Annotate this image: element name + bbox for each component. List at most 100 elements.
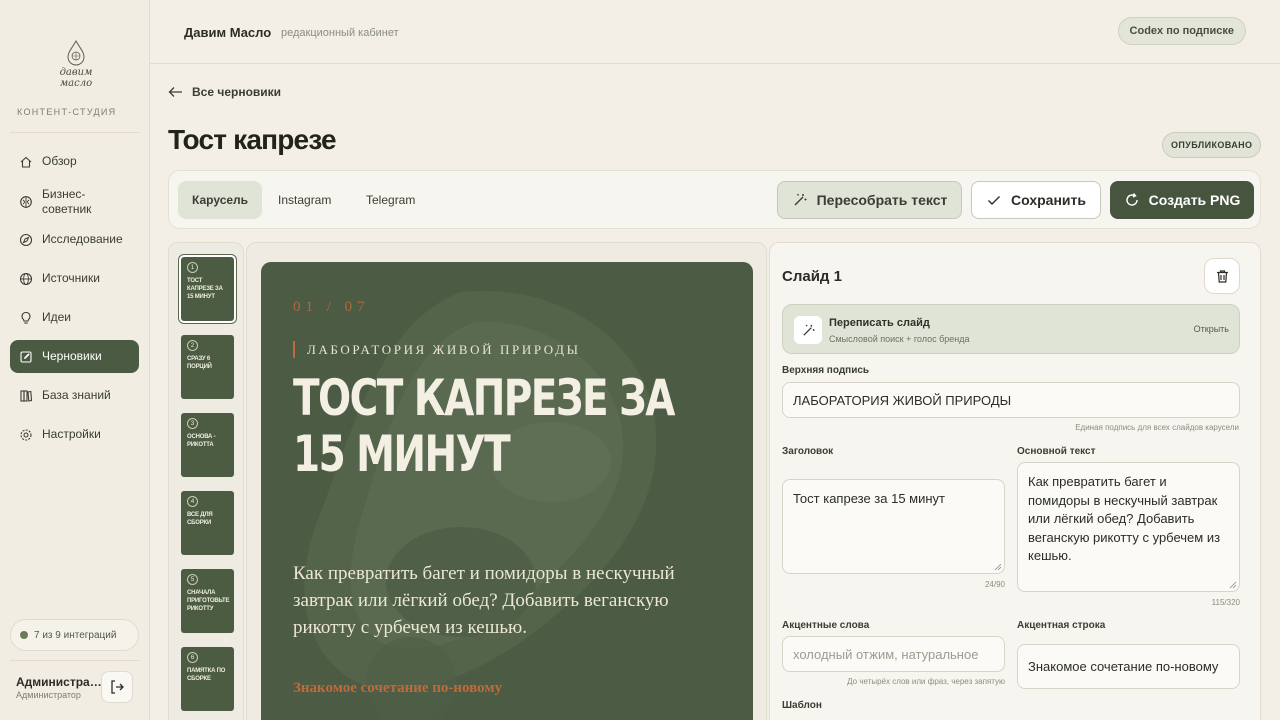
logout-button[interactable]: [101, 671, 133, 703]
plan-badge[interactable]: Codex по подписке: [1117, 17, 1246, 45]
heading-value: Тост капрезе за 15 минут: [793, 491, 946, 506]
toolbar: Карусель Instagram Telegram Пересобрать …: [168, 170, 1261, 229]
save-button[interactable]: Сохранить: [971, 181, 1101, 219]
sidebar-item-business-advisor[interactable]: Бизнес- советник: [10, 184, 139, 220]
slide-thumbnail[interactable]: 4 ВСЕ ДЛЯ СБОРКИ: [181, 491, 234, 555]
sidebar-item-label: База знаний: [42, 388, 111, 402]
accent-words-hint: До четырёх слов или фраз, через запятую: [847, 677, 1005, 686]
rewrite-open-link[interactable]: Открыть: [1194, 324, 1229, 334]
lightbulb-icon: [19, 311, 33, 325]
integrations-status[interactable]: 7 из 9 интеграций: [10, 619, 139, 651]
slide-thumbnails: 1 ТОСТ КАПРЕЗЕ ЗА 15 МИНУТ 2 СРАЗУ 6 ПОР…: [168, 242, 244, 720]
resize-handle-icon[interactable]: [994, 563, 1002, 571]
brand-name: Давим Масло: [184, 25, 272, 40]
heading-counter: 24/90: [984, 580, 1005, 589]
slide-kicker: ЛАБОРАТОРИЯ ЖИВОЙ ПРИРОДЫ: [307, 342, 581, 357]
template-label: Шаблон: [782, 700, 822, 711]
refresh-icon: [1125, 193, 1138, 206]
slide-body: Как превратить багет и помидоры в нескуч…: [293, 563, 675, 638]
back-link-label: Все черновики: [192, 85, 282, 99]
compass-icon: [19, 233, 33, 247]
tab-instagram[interactable]: Instagram: [264, 181, 345, 219]
accent-words-input[interactable]: холодный отжим, натуральное: [782, 636, 1005, 672]
slide-editor: Слайд 1 Переписать слайд Смысловой поиск…: [769, 242, 1261, 720]
arrow-left-icon: [168, 87, 182, 97]
gear-icon: [19, 428, 33, 442]
caption-field[interactable]: ЛАБОРАТОРИЯ ЖИВОЙ ПРИРОДЫ: [782, 382, 1240, 418]
magic-wand-icon: [794, 194, 807, 206]
tab-telegram[interactable]: Telegram: [352, 181, 429, 219]
slide-thumbnail[interactable]: 6 ПАМЯТКА ПО СБОРКЕ: [181, 647, 234, 711]
back-link[interactable]: Все черновики: [168, 85, 281, 99]
body-value: Как превратить багет и помидоры в нескуч…: [1028, 474, 1221, 563]
sidebar-item-knowledge-base[interactable]: База знаний: [10, 379, 139, 412]
sidebar-item-sources[interactable]: Источники: [10, 262, 139, 295]
status-dot-icon: [20, 631, 28, 639]
integrations-label: 7 из 9 интеграций: [34, 629, 117, 641]
body-counter: 115/320: [1211, 598, 1240, 607]
edit-icon: [19, 350, 33, 364]
library-icon: [19, 389, 33, 403]
caption-label: Верхняя подпись: [782, 365, 870, 376]
logo-drop-icon: [67, 40, 85, 66]
sidebar-item-overview[interactable]: Обзор: [10, 145, 139, 178]
brand-subtitle: редакционный кабинет: [281, 27, 399, 39]
thumbnail-number: 2: [187, 340, 198, 351]
thumbnail-number: 5: [187, 574, 198, 585]
delete-slide-button[interactable]: [1204, 258, 1240, 294]
accent-line-label: Акцентная строка: [1017, 620, 1106, 631]
thumbnail-title: ТОСТ КАПРЕЗЕ ЗА 15 МИНУТ: [187, 278, 223, 300]
save-label: Сохранить: [1011, 192, 1086, 208]
globe-icon: [19, 272, 33, 286]
slide-thumbnail[interactable]: 1 ТОСТ КАПРЕЗЕ ЗА 15 МИНУТ: [179, 255, 236, 323]
thumbnail-number: 6: [187, 652, 198, 663]
logo-text: давим масло: [59, 67, 93, 89]
thumbnail-title: ПАМЯТКА ПО СБОРКЕ: [187, 668, 226, 682]
create-png-button[interactable]: Создать PNG: [1110, 181, 1254, 219]
thumbnail-number: 4: [187, 496, 198, 507]
sidebar-item-label: Настройки: [42, 427, 101, 441]
brand-logo[interactable]: давим масло: [44, 40, 108, 89]
slide-counter: 01 / 07: [293, 299, 370, 315]
sidebar-item-label: Идеи: [42, 310, 72, 324]
sidebar-item-drafts[interactable]: Черновики: [10, 340, 139, 373]
resize-handle-icon[interactable]: [1229, 581, 1237, 589]
rewrite-slide-card[interactable]: Переписать слайд Смысловой поиск + голос…: [782, 304, 1240, 354]
sidebar-item-settings[interactable]: Настройки: [10, 418, 139, 451]
status-badge: ОПУБЛИКОВАНО: [1162, 132, 1262, 158]
tab-carousel[interactable]: Карусель: [178, 181, 263, 219]
rebuild-text-label: Пересобрать текст: [816, 192, 948, 208]
thumbnail-title: СРАЗУ 6 ПОРЦИЙ: [187, 356, 212, 370]
sidebar-nav: Обзор Бизнес- советник Исследование Исто…: [10, 145, 139, 457]
slide-preview: 01 / 07 ЛАБОРАТОРИЯ ЖИВОЙ ПРИРОДЫ ТОСТ К…: [261, 262, 753, 720]
rewrite-slide-subtitle: Смысловой поиск + голос бренда: [829, 334, 970, 344]
thumbnail-number: 1: [187, 262, 198, 273]
slide-thumbnail[interactable]: 2 СРАЗУ 6 ПОРЦИЙ: [181, 335, 234, 399]
page-title: Тост капрезе: [168, 124, 337, 155]
sidebar-item-label: Обзор: [42, 154, 77, 168]
thumbnail-title: СНАЧАЛА ПРИГОТОВЬТЕ РИКОТТУ: [187, 590, 230, 612]
home-icon: [19, 155, 33, 169]
body-field[interactable]: Как превратить багет и помидоры в нескуч…: [1017, 462, 1240, 592]
divider: [10, 660, 139, 661]
sidebar-item-label: Черновики: [42, 349, 102, 363]
rewrite-slide-title: Переписать слайд: [829, 317, 930, 329]
heading-field[interactable]: Тост капрезе за 15 минут: [782, 479, 1005, 574]
slide-accent-line: Знакомое сочетание по-новому: [293, 680, 503, 696]
trash-icon: [1216, 269, 1228, 283]
logout-icon: [111, 680, 124, 694]
slide-thumbnail[interactable]: 3 ОСНОВА - РИКОТТА: [181, 413, 234, 477]
body-label: Основной текст: [1017, 446, 1096, 457]
heading-label: Заголовок: [782, 446, 834, 457]
slide-thumbnail[interactable]: 5 СНАЧАЛА ПРИГОТОВЬТЕ РИКОТТУ: [181, 569, 234, 633]
accent-line-field[interactable]: Знакомое сочетание по-новому: [1017, 644, 1240, 689]
thumbnail-title: ВСЕ ДЛЯ СБОРКИ: [187, 512, 213, 526]
caption-hint: Единая подпись для всех слайдов карусели: [1075, 423, 1239, 432]
accent-words-label: Акцентные слова: [782, 620, 870, 631]
sidebar-item-ideas[interactable]: Идеи: [10, 301, 139, 334]
sidebar-item-research[interactable]: Исследование: [10, 223, 139, 256]
check-icon: [988, 196, 1001, 205]
sidebar-item-label: Исследование: [42, 232, 123, 246]
kicker-accent-bar: [293, 341, 295, 358]
rebuild-text-button[interactable]: Пересобрать текст: [777, 181, 962, 219]
